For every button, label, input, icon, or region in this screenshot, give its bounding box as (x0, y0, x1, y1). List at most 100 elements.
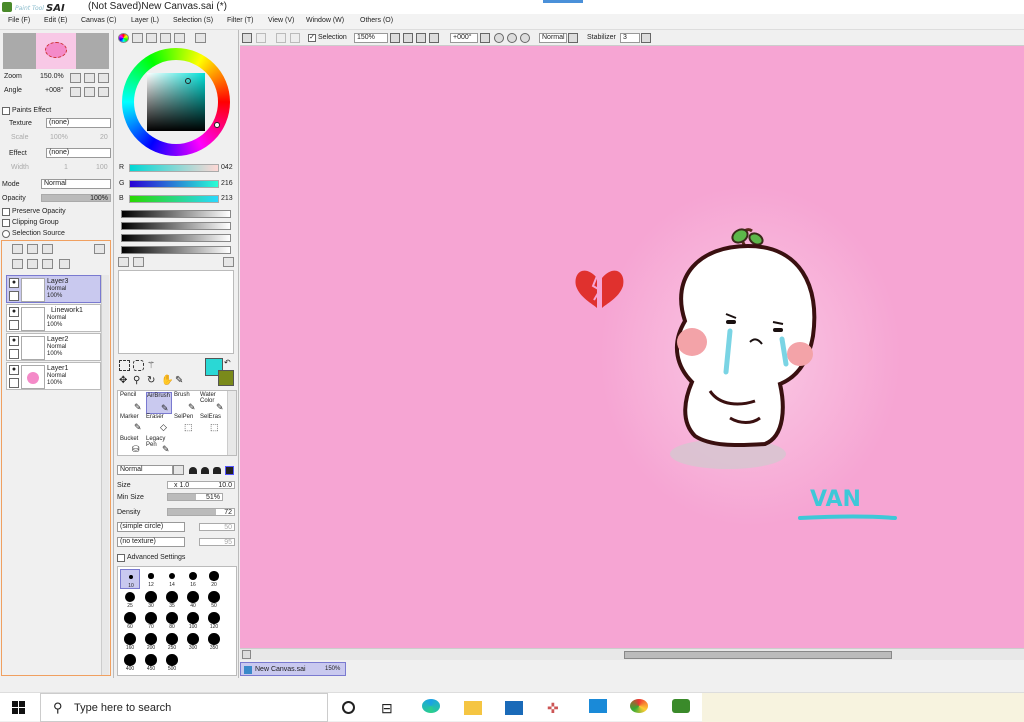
blend-mode-dropdown-icon[interactable] (173, 465, 184, 475)
deselect-icon[interactable] (276, 33, 286, 43)
tool-marker[interactable]: Marker ✎ (120, 414, 146, 436)
preserve-opacity-checkbox[interactable] (2, 208, 10, 216)
brush-size-preset[interactable]: 50 (204, 590, 224, 610)
stabilizer-select[interactable]: 3 (620, 33, 640, 43)
swap-colors-icon[interactable]: ↶ (224, 358, 231, 367)
visibility-eye-icon[interactable]: ● (9, 278, 19, 288)
lock-icon[interactable] (9, 349, 19, 359)
opacity-slider[interactable]: 100% (41, 194, 111, 202)
tool-eraser[interactable]: Eraser ◇ (146, 414, 172, 436)
texture-select[interactable]: (none) (46, 118, 111, 128)
tool-watercolor[interactable]: Water Color ✎ (200, 392, 226, 414)
zoom-in-button[interactable] (84, 73, 95, 83)
windows-start-icon[interactable] (12, 701, 26, 715)
tool-airbrush[interactable]: AirBrush ✎ (146, 392, 172, 414)
rotate-tool-icon[interactable]: ↻ (147, 375, 158, 386)
store-icon[interactable] (589, 699, 607, 713)
effect-select[interactable]: (none) (46, 148, 111, 158)
brush-size-preset[interactable]: 35 (162, 590, 182, 610)
task-view-icon[interactable]: ⊟ (381, 700, 393, 717)
cortana-icon[interactable] (342, 701, 355, 714)
brush-size-preset[interactable]: 500 (162, 653, 182, 673)
red-slider[interactable] (129, 164, 219, 172)
advanced-settings-toggle-icon[interactable] (117, 554, 125, 562)
menu-edit[interactable]: Edit (E) (44, 17, 67, 24)
brush-blend-mode-select[interactable]: Normal (117, 465, 173, 475)
visibility-eye-icon[interactable]: ● (9, 307, 19, 317)
min-size-slider[interactable]: 51% (167, 493, 223, 501)
show-selection-checkbox[interactable]: ✓ (308, 34, 316, 42)
sv-cursor[interactable] (185, 78, 191, 84)
hsv-slider-tab-icon[interactable] (146, 33, 157, 43)
menu-file[interactable]: File (F) (8, 17, 30, 24)
hand-tool-icon[interactable]: ✋ (161, 375, 173, 386)
brush-size-preset[interactable]: 16 (183, 569, 203, 589)
redo-icon[interactable] (256, 33, 266, 43)
taskbar-search-box[interactable]: ⚲ Type here to search (40, 693, 328, 722)
tool-pencil[interactable]: Pencil ✎ (120, 392, 146, 414)
brush-size-preset[interactable]: 10 (120, 569, 140, 589)
paint-app-icon[interactable]: ✜ (547, 700, 565, 716)
layer-mode-select[interactable]: Normal (41, 179, 111, 189)
scratchpad[interactable] (118, 270, 234, 354)
brush-size-preset[interactable]: 200 (141, 632, 161, 652)
brush-size-preset[interactable]: 40 (183, 590, 203, 610)
menu-window[interactable]: Window (W) (306, 17, 344, 24)
clipping-group-checkbox[interactable] (2, 219, 10, 227)
lasso-select-icon[interactable] (133, 360, 144, 371)
file-explorer-icon[interactable] (464, 701, 482, 715)
brush-shape-select[interactable]: (simple circle) (117, 522, 185, 532)
tool-legacy-pen[interactable]: Legacy Pen ✎ (146, 436, 172, 458)
scroll-thumb[interactable] (624, 651, 892, 659)
undo-icon[interactable] (242, 33, 252, 43)
layer-row-layer3[interactable]: ● Layer3 Normal 100% (6, 275, 101, 303)
brush-size-preset[interactable]: 30 (141, 590, 161, 610)
layer-row-linework1[interactable]: ● Linework1 Normal 100% (6, 304, 101, 332)
new-folder-icon[interactable] (42, 244, 53, 254)
rgb-slider-tab-icon[interactable] (132, 33, 143, 43)
paints-effect-toggle-icon[interactable] (2, 107, 10, 115)
canvas-hscrollbar[interactable] (240, 648, 1024, 660)
hue-ring[interactable] (122, 48, 230, 156)
tool-selpen[interactable]: SelPen ⬚ (174, 414, 200, 436)
saturation-value-square[interactable] (147, 73, 205, 131)
menu-canvas[interactable]: Canvas (C) (81, 17, 116, 24)
rotate-reset-button[interactable] (98, 87, 109, 97)
chrome-icon[interactable] (630, 699, 648, 713)
clear-layer-icon[interactable] (42, 259, 53, 269)
swatch-remove-button[interactable] (133, 257, 144, 267)
layer-row-layer2[interactable]: ● Layer2 Normal 100% (6, 333, 101, 361)
menu-layer[interactable]: Layer (L) (131, 17, 159, 24)
magic-wand-icon[interactable]: ⚚ (147, 360, 158, 371)
flip-canvas-icon[interactable] (568, 33, 578, 43)
scroll-left-icon[interactable] (242, 650, 251, 659)
rotate-ccw-icon[interactable] (494, 33, 504, 43)
tool-scrollbar[interactable] (227, 391, 236, 455)
rect-select-icon[interactable] (119, 360, 130, 371)
zoom-tool-icon[interactable]: ⚲ (133, 375, 144, 386)
brush-texture-slider[interactable]: 95 (199, 538, 235, 546)
zoom-dropdown-icon[interactable] (390, 33, 400, 43)
lock-icon[interactable] (9, 320, 19, 330)
swatches-tab-icon[interactable] (160, 33, 171, 43)
layer-scrollbar[interactable] (101, 275, 109, 675)
brush-size-preset[interactable]: 120 (204, 611, 224, 631)
mail-icon[interactable] (505, 701, 523, 715)
angle-dropdown-icon[interactable] (480, 33, 490, 43)
brush-size-preset[interactable]: 450 (141, 653, 161, 673)
rotate-right-button[interactable] (84, 87, 95, 97)
brush-size-preset[interactable]: 100 (183, 611, 203, 631)
brush-size-preset[interactable]: 400 (120, 653, 140, 673)
move-icon[interactable]: ✥ (119, 375, 130, 386)
brush-size-preset[interactable]: 20 (204, 569, 224, 589)
brush-shape-slider[interactable]: 50 (199, 523, 235, 531)
toolbar-zoom-in-icon[interactable] (416, 33, 426, 43)
brush-size-preset[interactable]: 14 (162, 569, 182, 589)
angle-select[interactable]: +000° (450, 33, 478, 43)
size-slider[interactable]: x 1.0 10.0 (167, 481, 235, 489)
toolbar-zoom-reset-icon[interactable] (429, 33, 439, 43)
tool-brush[interactable]: Brush ✎ (174, 392, 200, 414)
zoom-select[interactable]: 150% (354, 33, 388, 43)
brush-size-preset[interactable]: 350 (204, 632, 224, 652)
edge-browser-icon[interactable] (422, 699, 440, 713)
